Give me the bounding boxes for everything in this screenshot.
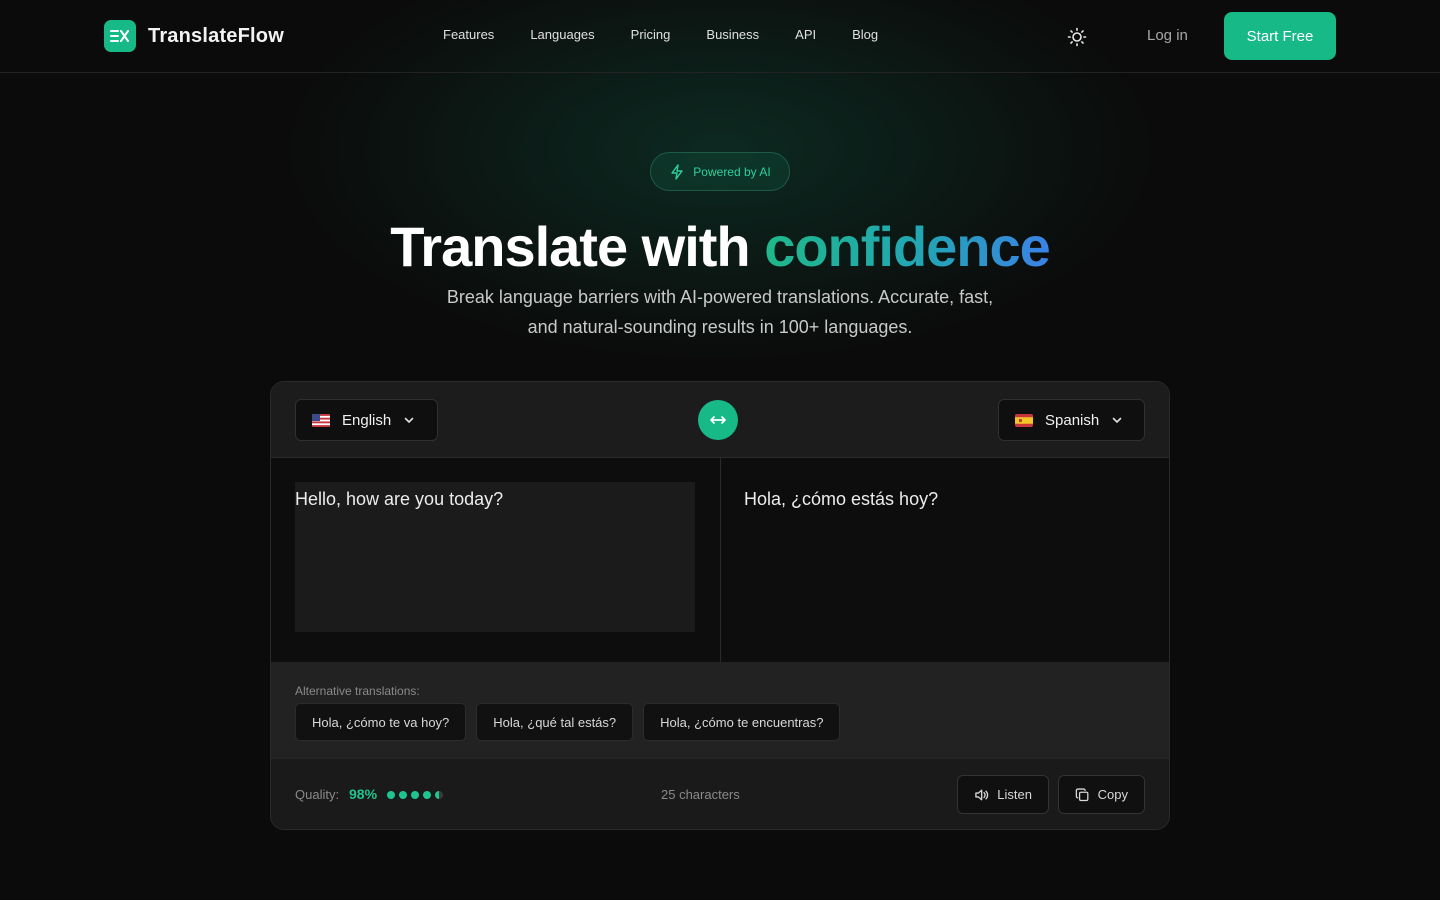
quality-value: 98% xyxy=(349,786,378,802)
translator-card: English Spanish Hello, how are you today… xyxy=(270,381,1170,830)
source-text-input[interactable]: Hello, how are you today? xyxy=(295,482,695,632)
quality-label: Quality: xyxy=(295,787,340,802)
start-free-button[interactable]: Start Free xyxy=(1224,12,1336,60)
es-flag-icon xyxy=(1015,413,1033,427)
quality-dot xyxy=(411,791,419,799)
us-flag-icon xyxy=(312,413,330,427)
nav-link-api[interactable]: API xyxy=(795,27,816,42)
translated-text: Hola, ¿cómo estás hoy? xyxy=(744,489,939,509)
hero-subtitle-line1: Break language barriers with AI-powered … xyxy=(446,287,994,307)
hero-title-accent: confidence xyxy=(764,215,1051,278)
hero-title-main: Translate with xyxy=(390,215,765,278)
badge-label: Powered by AI xyxy=(693,164,771,179)
copy-button[interactable]: Copy xyxy=(1058,775,1145,814)
top-nav: TranslateFlow Features Languages Pricing… xyxy=(0,0,1440,73)
character-count: 25 characters xyxy=(661,787,740,802)
alternatives-label: Alternative translations: xyxy=(295,684,420,698)
target-language-select[interactable]: Spanish xyxy=(998,399,1145,441)
quality-dot xyxy=(423,791,431,799)
nav-link-business[interactable]: Business xyxy=(706,27,759,42)
quality-dot xyxy=(435,791,443,799)
chevron-down-icon xyxy=(1112,417,1122,423)
nav-link-pricing[interactable]: Pricing xyxy=(631,27,671,42)
language-bar: English Spanish xyxy=(271,382,1169,458)
quality-dot xyxy=(399,791,407,799)
speaker-icon xyxy=(975,789,989,800)
alternative-chip[interactable]: Hola, ¿cómo te va hoy? xyxy=(295,703,467,741)
sun-icon[interactable] xyxy=(1066,26,1088,48)
brand-logo[interactable]: TranslateFlow xyxy=(104,20,284,52)
translate-logo-icon xyxy=(104,20,136,52)
quality-dot xyxy=(387,791,395,799)
listen-label: Listen xyxy=(997,787,1032,802)
copy-icon xyxy=(1075,787,1089,801)
quality-rating xyxy=(387,791,443,799)
powered-by-ai-badge: Powered by AI xyxy=(650,152,790,191)
alternatives-list: Hola, ¿cómo te va hoy? Hola, ¿qué tal es… xyxy=(295,703,841,741)
nav-links: Features Languages Pricing Business API … xyxy=(443,27,878,42)
hero-title: Translate with confidence xyxy=(0,214,1440,279)
hero-subtitle: Break language barriers with AI-powered … xyxy=(420,282,1020,342)
chevron-down-icon xyxy=(404,417,414,423)
pane-divider xyxy=(720,458,721,662)
source-language-label: English xyxy=(342,411,392,429)
listen-button[interactable]: Listen xyxy=(957,775,1049,814)
copy-label: Copy xyxy=(1097,787,1128,802)
hero-subtitle-line2: and natural-sounding results in 100+ lan… xyxy=(527,317,913,337)
alternative-chip[interactable]: Hola, ¿qué tal estás? xyxy=(476,703,634,741)
translator-footer: Quality: 98% 25 characters Listen Copy xyxy=(271,758,1169,829)
brand-name: TranslateFlow xyxy=(148,24,284,47)
nav-link-blog[interactable]: Blog xyxy=(852,27,878,42)
target-language-label: Spanish xyxy=(1045,411,1100,429)
alternative-chip[interactable]: Hola, ¿cómo te encuentras? xyxy=(643,703,841,741)
lightning-icon xyxy=(671,163,683,180)
nav-link-features[interactable]: Features xyxy=(443,27,494,42)
nav-link-languages[interactable]: Languages xyxy=(530,27,594,42)
swap-languages-button[interactable] xyxy=(698,400,738,440)
swap-arrows-icon xyxy=(710,416,726,424)
alternatives-section: Alternative translations: Hola, ¿cómo te… xyxy=(271,662,1169,758)
source-language-select[interactable]: English xyxy=(295,399,438,441)
login-link[interactable]: Log in xyxy=(1147,27,1188,44)
translation-panes: Hello, how are you today? Hola, ¿cómo es… xyxy=(271,458,1169,662)
